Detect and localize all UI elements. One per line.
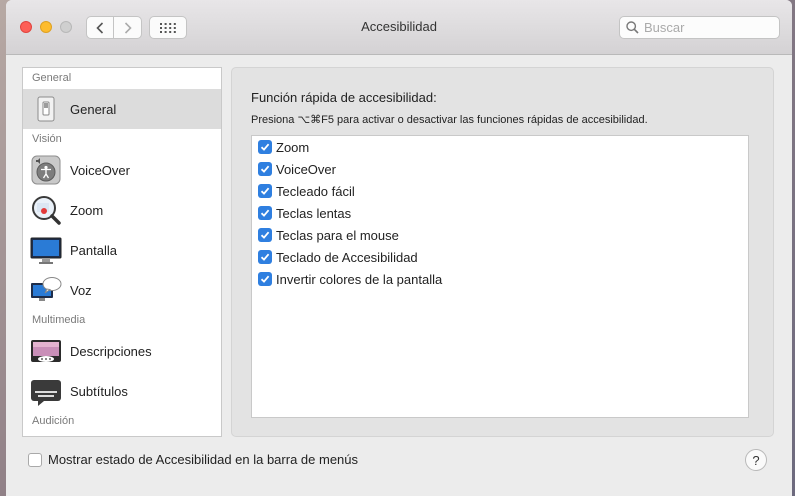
- option-slow-keys[interactable]: Teclas lentas: [252, 202, 748, 224]
- captions-icon: [29, 375, 62, 408]
- option-label: Invertir colores de la pantalla: [276, 271, 443, 287]
- option-label: VoiceOver: [276, 161, 336, 177]
- option-label: Tecleado fácil: [276, 183, 355, 199]
- option-label: Zoom: [276, 139, 310, 155]
- search-field[interactable]: [619, 16, 780, 39]
- checkbox-checked[interactable]: [258, 184, 272, 198]
- option-voiceover[interactable]: VoiceOver: [252, 158, 748, 180]
- sidebar-item-display[interactable]: Pantalla: [23, 230, 221, 270]
- sidebar-item-descriptions[interactable]: Descripciones: [23, 331, 221, 371]
- search-input[interactable]: [644, 20, 764, 35]
- show-status-option[interactable]: Mostrar estado de Accesibilidad en la ba…: [28, 452, 358, 467]
- checkmark-icon: [260, 209, 270, 217]
- search-icon: [626, 21, 639, 34]
- voiceover-icon: [29, 154, 62, 187]
- option-label: Teclas para el mouse: [276, 227, 399, 243]
- checkmark-icon: [260, 275, 270, 283]
- checkmark-icon: [260, 253, 270, 261]
- checkbox-checked[interactable]: [258, 250, 272, 264]
- switch-icon: [29, 93, 62, 126]
- shortcut-options-list: Zoom VoiceOver Tecleado fácil Teclas len…: [251, 135, 749, 418]
- sidebar-item-label: VoiceOver: [70, 162, 130, 178]
- titlebar: Accesibilidad: [6, 0, 792, 55]
- option-accessibility-keyboard[interactable]: Teclado de Accesibilidad: [252, 246, 748, 268]
- sidebar-item-label: Voz: [70, 282, 92, 298]
- sidebar-item-zoom[interactable]: Zoom: [23, 190, 221, 230]
- sidebar-item-label: Pantalla: [70, 242, 117, 258]
- option-invert-colors[interactable]: Invertir colores de la pantalla: [252, 268, 748, 290]
- sidebar-category-general: General: [32, 72, 72, 84]
- sidebar: General General Visión VoiceOver Zoom Pa…: [22, 67, 222, 437]
- settings-panel: Función rápida de accesibilidad: Presion…: [231, 67, 774, 437]
- display-icon: [29, 234, 62, 267]
- descriptions-icon: [29, 335, 62, 368]
- sidebar-item-label: Descripciones: [70, 343, 152, 359]
- option-zoom[interactable]: Zoom: [252, 136, 748, 158]
- checkmark-icon: [260, 187, 270, 195]
- sidebar-category-hearing: Audición: [32, 415, 75, 427]
- sidebar-item-label: General: [70, 101, 117, 117]
- speech-icon: [29, 274, 62, 307]
- sidebar-item-label: Subtítulos: [70, 383, 128, 399]
- checkmark-icon: [260, 165, 270, 173]
- shortcut-description: Presiona ⌥⌘F5 para activar o desactivar …: [251, 114, 648, 126]
- checkbox-checked[interactable]: [258, 272, 272, 286]
- checkmark-icon: [260, 143, 270, 151]
- checkbox-checked[interactable]: [258, 162, 272, 176]
- sidebar-category-vision: Visión: [32, 133, 62, 145]
- checkbox-checked[interactable]: [258, 206, 272, 220]
- magnifier-icon: [29, 194, 62, 227]
- sidebar-category-multimedia: Multimedia: [32, 314, 86, 326]
- preferences-window: Accesibilidad General General Visión: [6, 0, 792, 496]
- checkbox-checked[interactable]: [258, 140, 272, 154]
- option-label: Teclas lentas: [276, 205, 352, 221]
- option-sticky-keys[interactable]: Tecleado fácil: [252, 180, 748, 202]
- show-status-label: Mostrar estado de Accesibilidad en la ba…: [48, 452, 359, 467]
- checkbox-checked[interactable]: [258, 228, 272, 242]
- sidebar-item-captions[interactable]: Subtítulos: [23, 371, 221, 411]
- checkbox-unchecked[interactable]: [28, 452, 42, 467]
- help-button[interactable]: ?: [745, 449, 767, 471]
- option-mouse-keys[interactable]: Teclas para el mouse: [252, 224, 748, 246]
- shortcut-heading: Función rápida de accesibilidad:: [251, 90, 437, 105]
- sidebar-item-voiceover[interactable]: VoiceOver: [23, 150, 221, 190]
- sidebar-item-speech[interactable]: Voz: [23, 270, 221, 310]
- sidebar-item-general[interactable]: General: [23, 89, 221, 129]
- sidebar-item-label: Zoom: [70, 202, 104, 218]
- checkmark-icon: [260, 231, 270, 239]
- option-label: Teclado de Accesibilidad: [276, 249, 418, 265]
